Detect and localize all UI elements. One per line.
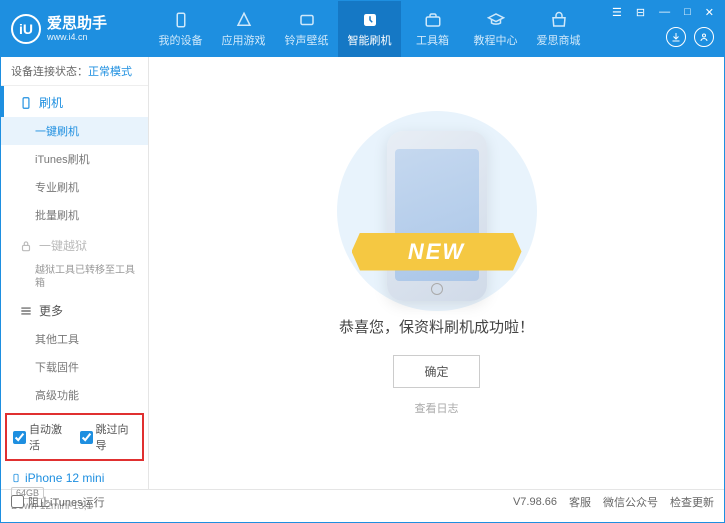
app-url: www.i4.cn: [47, 32, 107, 42]
nav-my-device[interactable]: 我的设备: [149, 1, 212, 57]
main-content: NEW 恭喜您，保资料刷机成功啦！ 确定 查看日志: [149, 57, 724, 489]
new-banner: NEW: [352, 233, 522, 271]
sidebar-item-other-tools[interactable]: 其他工具: [1, 325, 148, 353]
version-label: V7.98.66: [513, 496, 557, 508]
nav-ringtones[interactable]: 铃声壁纸: [275, 1, 338, 57]
options-row: 自动激活 跳过向导: [5, 413, 144, 461]
sidebar-item-oneclick-flash[interactable]: 一键刷机: [1, 117, 148, 145]
sidebar-item-itunes-flash[interactable]: iTunes刷机: [1, 145, 148, 173]
jailbreak-note: 越狱工具已转移至工具箱: [1, 260, 148, 294]
device-name[interactable]: iPhone 12 mini: [11, 471, 138, 485]
lock-icon[interactable]: ⊟: [632, 4, 649, 21]
footer-update[interactable]: 检查更新: [670, 494, 714, 510]
app-name: 爱思助手: [47, 16, 107, 33]
success-message: 恭喜您，保资料刷机成功啦！: [339, 316, 534, 337]
sidebar: 设备连接状态：正常模式 刷机 一键刷机 iTunes刷机 专业刷机 批量刷机 一…: [1, 57, 149, 489]
nav-flash[interactable]: 智能刷机: [338, 1, 401, 57]
sidebar-item-download-firmware[interactable]: 下载固件: [1, 353, 148, 381]
sidebar-item-batch-flash[interactable]: 批量刷机: [1, 201, 148, 229]
app-header: iU 爱思助手 www.i4.cn 我的设备 应用游戏 铃声壁纸 智能刷机 工具…: [1, 1, 724, 57]
sidebar-item-pro-flash[interactable]: 专业刷机: [1, 173, 148, 201]
nav-apps[interactable]: 应用游戏: [212, 1, 275, 57]
window-controls: ☰ ⊟ — □ ✕: [608, 4, 718, 21]
nav-store[interactable]: 爱思商城: [527, 1, 590, 57]
checkbox-auto-activate[interactable]: 自动激活: [13, 421, 70, 453]
minimize-icon[interactable]: —: [655, 4, 674, 21]
close-icon[interactable]: ✕: [701, 4, 718, 21]
sidebar-section-jailbreak: 一键越狱: [1, 229, 148, 260]
device-info: iPhone 12 mini 64GB Down-12mini-13,1: [1, 465, 148, 518]
checkbox-block-itunes[interactable]: 阻止iTunes运行: [11, 494, 105, 510]
phone-illustration: NEW: [372, 131, 502, 301]
checkbox-skip-setup[interactable]: 跳过向导: [80, 421, 137, 453]
app-logo-icon: iU: [11, 14, 41, 44]
footer-service[interactable]: 客服: [569, 494, 591, 510]
sidebar-item-advanced[interactable]: 高级功能: [1, 381, 148, 409]
maximize-icon[interactable]: □: [680, 4, 695, 21]
download-icon[interactable]: [666, 27, 686, 47]
device-status: 设备连接状态：正常模式: [1, 57, 148, 86]
nav-toolbox[interactable]: 工具箱: [401, 1, 464, 57]
sidebar-section-flash[interactable]: 刷机: [1, 86, 148, 117]
menu-icon[interactable]: ☰: [608, 4, 626, 21]
footer-wechat[interactable]: 微信公众号: [603, 494, 658, 510]
nav-tutorials[interactable]: 教程中心: [464, 1, 527, 57]
sidebar-section-more[interactable]: 更多: [1, 294, 148, 325]
user-icon[interactable]: [694, 27, 714, 47]
header-right-icons: [666, 27, 714, 47]
view-log-link[interactable]: 查看日志: [415, 400, 459, 416]
logo-area: iU 爱思助手 www.i4.cn: [1, 14, 149, 44]
ok-button[interactable]: 确定: [393, 355, 479, 388]
